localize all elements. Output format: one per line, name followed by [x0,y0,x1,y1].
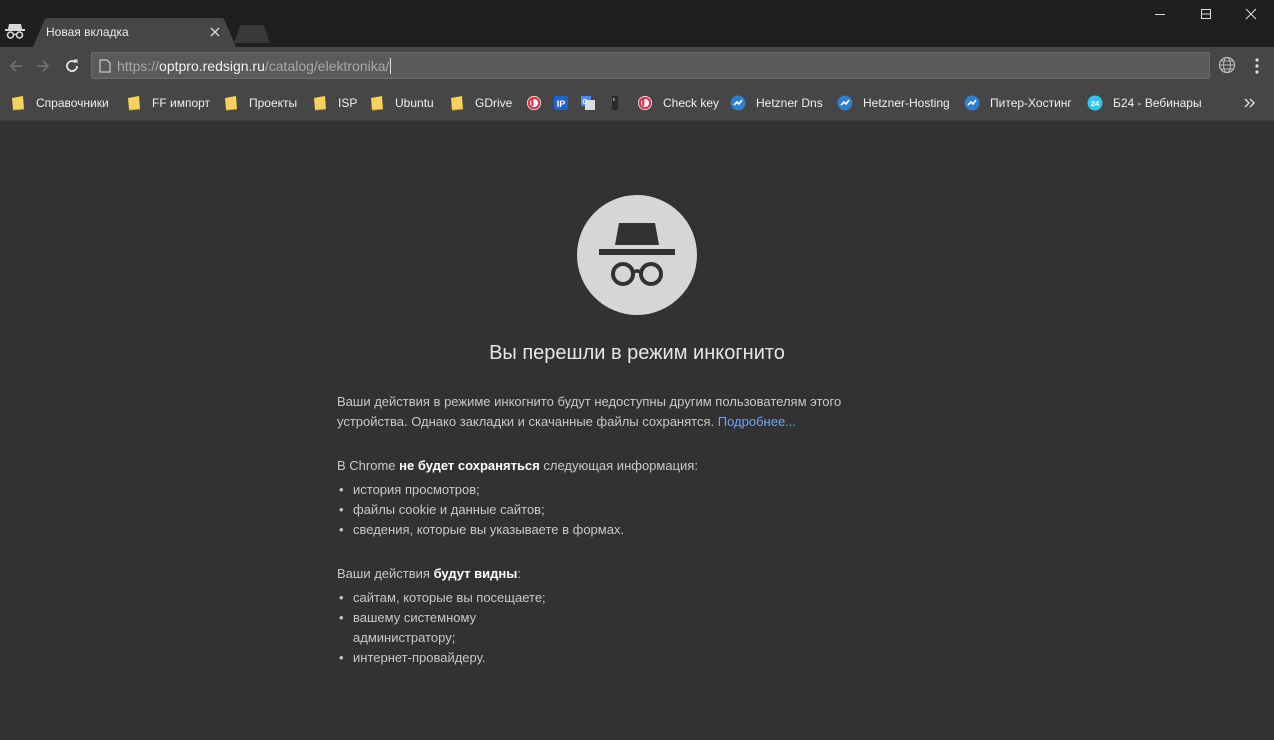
url-scheme: https:// [117,58,160,74]
incognito-description: Ваши действия в режиме инкогнито будут н… [337,392,907,668]
bookmark-label: FF импорт [152,96,211,110]
list-item: сведения, которые вы указываете в формах… [337,520,907,540]
minimize-button-area[interactable] [1137,0,1183,28]
bookmark-item[interactable]: ISP [312,85,357,121]
bookmark-item[interactable] [526,85,542,121]
url-host: optpro.redsign.ru [159,58,265,74]
bookmark-item[interactable]: IP [553,85,569,121]
folder-icon [126,95,142,111]
toolbar: https://optpro.redsign.ru/catalog/elektr… [0,47,1274,85]
tab-close-icon[interactable] [207,24,223,40]
page-heading: Вы перешли в режим инкогнито [489,342,785,364]
close-icon [1245,8,1257,20]
bookmark-label: Hetzner Dns [756,96,823,110]
url-path: /catalog/elektronika/ [264,58,390,74]
bookmark-item[interactable]: Hetzner Dns [730,85,823,121]
translate-icon: G [580,95,596,111]
more-menu-icon[interactable] [1250,56,1264,76]
bookmarks-bar: Справочники FF импорт Проекты ISP Ubuntu GDri… [0,85,1274,121]
folder-icon [10,95,26,111]
folder-icon [369,95,385,111]
close-window-button[interactable] [1228,0,1274,28]
new-tab-button[interactable] [234,25,270,43]
bookmark-item[interactable]: G [580,85,596,121]
bookmark-item[interactable]: Ubuntu [369,85,434,121]
bookmark-label: Питер-Хостинг [990,96,1072,110]
b24-icon: 24 [1087,95,1103,111]
list-item: история просмотров; [337,480,907,500]
ip-icon: IP [553,95,569,111]
list-item: сайтам, которые вы посещаете; [337,588,907,608]
tab-title: Новая вкладка [46,25,129,39]
dark-site-icon [607,95,623,111]
bookmark-label: Справочники [36,96,109,110]
incognito-page: Вы перешли в режим инкогнито Ваши действ… [0,122,1274,740]
svg-text:G: G [582,99,588,106]
not-saved-heading: В Chrome не будет сохраняться следующая … [337,456,907,476]
not-saved-list: история просмотров; файлы cookie и данны… [337,480,907,540]
bookmark-item[interactable]: Hetzner-Hosting [837,85,950,121]
bookmark-label: GDrive [475,96,513,110]
maximize-button[interactable] [1183,0,1229,28]
hetzner-icon [837,95,853,111]
bookmark-item[interactable]: FF импорт [126,85,210,121]
visible-suffix: : [517,566,521,581]
b-logo-icon [637,95,653,111]
back-button[interactable] [4,54,28,78]
b-logo-icon [526,95,542,111]
incognito-avatar-icon [577,195,697,315]
incognito-icon [5,24,25,39]
bookmark-item[interactable]: GDrive [449,85,512,121]
intro-paragraph: Ваши действия в режиме инкогнито будут н… [337,392,907,432]
globe-icon[interactable] [1217,55,1237,75]
page-info-icon[interactable] [99,59,111,73]
hetzner-icon [730,95,746,111]
bookmark-item[interactable]: Check key [637,85,719,121]
bookmark-label: Ubuntu [395,96,434,110]
bookmark-item[interactable]: Справочники [10,85,109,121]
not-saved-bold: не будет сохраняться [399,458,540,473]
not-saved-suffix: следующая информация: [539,458,698,473]
bookmark-item[interactable]: Проекты [223,85,297,121]
bookmark-label: Б24 - Вебинары [1113,96,1202,110]
visible-heading: Ваши действия будут видны: [337,564,907,584]
bookmark-label: Check key [663,96,720,110]
visible-prefix: Ваши действия [337,566,434,581]
reload-button[interactable] [60,54,84,78]
address-bar[interactable]: https://optpro.redsign.ru/catalog/elektr… [91,52,1210,79]
bookmark-label: Проекты [249,96,298,110]
arrow-right-icon [37,60,50,72]
learn-more-link[interactable]: Подробнее... [718,414,796,429]
title-bar: Новая вкладка [0,0,1274,47]
bookmark-item[interactable]: Питер-Хостинг [964,85,1072,121]
reload-icon [66,59,78,72]
bookmark-item[interactable]: 24 Б24 - Вебинары [1087,85,1202,121]
svg-text:24: 24 [1091,99,1100,108]
bookmark-item[interactable] [607,85,623,121]
arrow-left-icon [9,60,22,72]
bookmark-label: Hetzner-Hosting [863,96,950,110]
list-item: файлы cookie и данные сайтов; [337,500,907,520]
hetzner-icon [964,95,980,111]
bookmark-label: ISP [338,96,358,110]
visible-list: сайтам, которые вы посещаете; вашему сис… [337,588,907,668]
text-caret [390,58,392,74]
list-item: интернет-провайдеру. [337,648,907,668]
forward-button[interactable] [31,54,55,78]
folder-icon [312,95,328,111]
url-text[interactable]: https://optpro.redsign.ru/catalog/elektr… [117,58,392,74]
list-item: вашему системному администратору; [337,608,507,648]
folder-icon [449,95,465,111]
svg-text:IP: IP [557,99,566,109]
visible-bold: будут видны [433,566,518,581]
not-saved-prefix: В Chrome [337,458,400,473]
tab-new-tab[interactable]: Новая вкладка [33,18,236,47]
minimize-glyph-icon [1155,14,1165,15]
folder-icon [223,95,239,111]
maximize-icon [1201,9,1211,19]
chevron-double-right-icon[interactable] [1242,95,1258,111]
